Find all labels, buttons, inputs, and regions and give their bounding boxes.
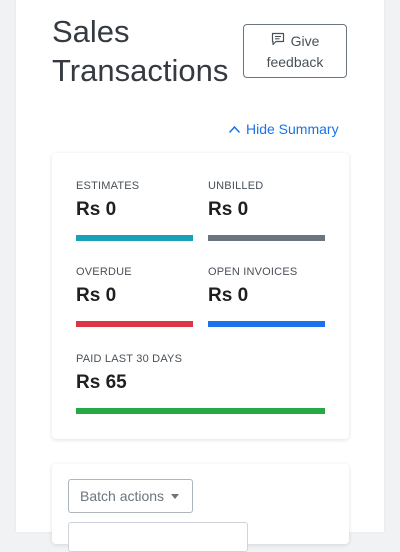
summary-label: PAID LAST 30 DAYS	[76, 353, 183, 365]
summary-bar	[76, 408, 325, 414]
summary-bar	[76, 235, 193, 241]
summary-label: OPEN INVOICES	[208, 266, 298, 278]
summary-value: Rs 0	[208, 199, 249, 220]
feedback-label-line2: feedback	[266, 54, 324, 70]
summary-bar	[76, 321, 193, 327]
summary-value: Rs 0	[76, 199, 117, 220]
batch-actions-dropdown[interactable]: Batch actions	[68, 479, 193, 513]
summary-item-open-invoices[interactable]: OPEN INVOICES Rs 0	[208, 266, 325, 327]
caret-down-icon	[171, 493, 180, 499]
message-square-icon	[271, 31, 285, 52]
summary-item-overdue[interactable]: OVERDUE Rs 0	[76, 266, 193, 327]
hide-summary-link[interactable]: Hide Summary	[228, 120, 339, 138]
summary-value: Rs 0	[76, 285, 117, 306]
summary-label: OVERDUE	[76, 266, 132, 278]
give-feedback-button[interactable]: Give feedback	[243, 24, 347, 78]
summary-label: ESTIMATES	[76, 180, 140, 192]
summary-bar	[208, 321, 325, 327]
summary-item-paid-last-30-days[interactable]: PAID LAST 30 DAYS Rs 65	[76, 353, 325, 414]
page-title: Sales Transactions	[52, 12, 242, 90]
transactions-card: Batch actions	[52, 464, 349, 552]
page-title-line1: Sales	[52, 14, 130, 49]
summary-value: Rs 65	[76, 372, 127, 393]
hide-summary-label: Hide Summary	[246, 121, 339, 137]
filter-input[interactable]	[68, 522, 248, 552]
summary-item-unbilled[interactable]: UNBILLED Rs 0	[208, 180, 325, 241]
feedback-label-line1: Give	[290, 33, 320, 49]
summary-card: ESTIMATES Rs 0 UNBILLED Rs 0 OVERDUE Rs …	[52, 153, 349, 439]
summary-bar	[208, 235, 325, 241]
batch-actions-label: Batch actions	[80, 488, 165, 504]
page-title-line2: Transactions	[52, 53, 229, 88]
summary-item-estimates[interactable]: ESTIMATES Rs 0	[76, 180, 193, 241]
summary-value: Rs 0	[208, 285, 249, 306]
chevron-up-icon	[228, 121, 241, 137]
summary-label: UNBILLED	[208, 180, 264, 192]
